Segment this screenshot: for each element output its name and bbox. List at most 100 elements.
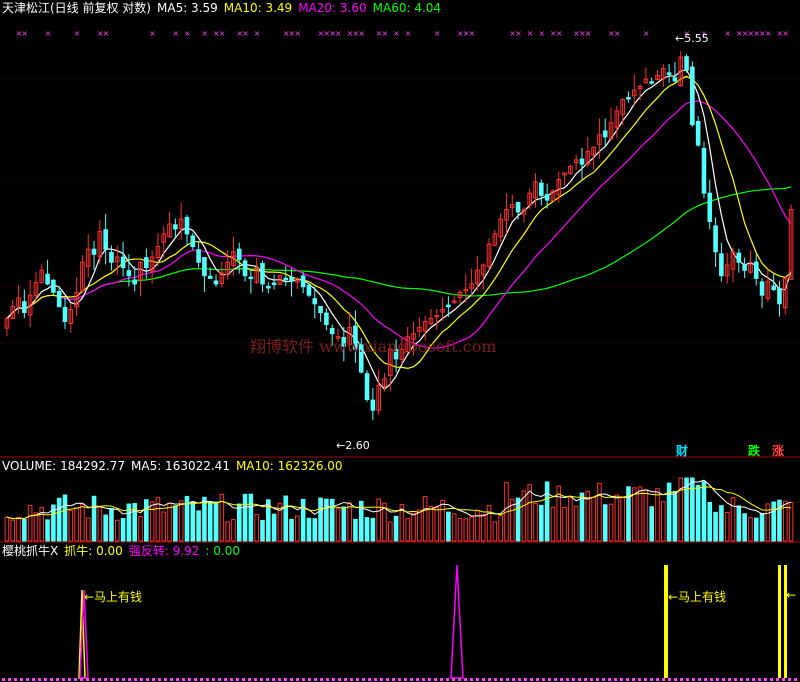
volume-bar [759, 513, 765, 542]
volume-bar [85, 517, 91, 542]
baseline-dot [50, 678, 53, 681]
volume-bar [597, 482, 602, 542]
candle-body [579, 158, 585, 165]
volume-bar [573, 505, 579, 542]
candle-body [602, 130, 608, 138]
volume-bar [56, 497, 62, 542]
volume-bar [690, 477, 695, 542]
top-marker: × [585, 29, 592, 38]
candle-body [144, 257, 149, 269]
candle-body [312, 298, 318, 305]
candle-body [364, 373, 370, 400]
indicator-label-1: 抓牛: 0.00 [64, 544, 123, 558]
event-tag-2: 涨 [772, 444, 785, 458]
candle-body [173, 224, 178, 230]
volume-bar [364, 517, 370, 542]
candle-body [56, 290, 62, 308]
volume-bar [539, 504, 544, 542]
baseline-dot [758, 678, 761, 681]
baseline-dot [104, 678, 107, 681]
top-marker: × [149, 29, 156, 38]
baseline-dot [248, 678, 251, 681]
volume-bar [643, 489, 649, 542]
baseline-dot [746, 678, 749, 681]
candle-body [544, 194, 550, 201]
top-marker: × [405, 29, 412, 38]
baseline-dot [62, 678, 65, 681]
baseline-dot [740, 678, 743, 681]
baseline-dot [344, 678, 347, 681]
volume-bar [16, 517, 21, 542]
baseline-dot [164, 678, 167, 681]
baseline-dot [122, 678, 125, 681]
volume-bar [213, 501, 219, 542]
candle-body [777, 287, 782, 305]
baseline-dot [200, 678, 203, 681]
baseline-dot [452, 678, 455, 681]
candle-body [719, 253, 724, 277]
volume-bar [486, 504, 492, 542]
event-tag-0: 财 [676, 444, 689, 458]
volume-bar [97, 506, 103, 542]
baseline-dot [416, 678, 419, 681]
candle-body [202, 257, 207, 277]
volume-bar [387, 521, 393, 542]
candle-body [289, 276, 294, 282]
candle-body [701, 147, 707, 194]
baseline-dot [770, 678, 773, 681]
baseline-dot [470, 678, 473, 681]
baseline-dot [728, 678, 731, 681]
volume-bar [748, 517, 753, 542]
baseline-dot [236, 678, 239, 681]
baseline-dot [422, 678, 425, 681]
volume-legend: VOLUME: 184292.77 MA5: 163022.41 MA10: 162… [2, 459, 349, 473]
baseline-dot [548, 678, 551, 681]
baseline-dot [500, 678, 503, 681]
baseline-dot [722, 678, 725, 681]
baseline-dot [494, 678, 497, 681]
volume-bar [579, 492, 585, 542]
volume-bar [231, 518, 236, 542]
candle-body [713, 225, 718, 253]
top-marker: × [527, 29, 534, 38]
volume-bar [109, 507, 114, 542]
volume-bar [318, 497, 323, 542]
baseline-dot [182, 678, 185, 681]
candle-body [695, 120, 701, 146]
baseline-dot [266, 678, 269, 681]
volume-bar [695, 484, 701, 542]
baseline-dot [140, 678, 143, 681]
top-marker: × [434, 29, 441, 38]
volume-bar [457, 518, 463, 542]
baseline-dot [554, 678, 557, 681]
indicator-panel-header: 樱桃抓牛X 抓牛: 0.00 强反转: 9.92: 0.00 [2, 544, 252, 558]
baseline-dot [188, 678, 191, 681]
baseline-dot [212, 678, 215, 681]
baseline-dot [92, 678, 95, 681]
volume-bar [492, 521, 498, 542]
baseline-dot [152, 678, 155, 681]
volume-bar [463, 518, 469, 542]
baseline-dot [26, 678, 29, 681]
baseline-dot [68, 678, 71, 681]
baseline-dot [32, 678, 35, 681]
volume-bar [27, 504, 33, 542]
baseline-dot [680, 678, 683, 681]
candle-body [248, 276, 254, 280]
volume-bar [196, 510, 201, 542]
candle-body [626, 97, 631, 100]
candle-body [190, 235, 196, 248]
top-marker: × [184, 29, 191, 38]
baseline-dot [572, 678, 575, 681]
candle-body [207, 275, 213, 279]
baseline-dot [338, 678, 341, 681]
volume-bar [440, 499, 445, 542]
volume-panel-header: VOLUME: 184292.77 MA5: 163022.41 MA10: 162… [2, 459, 355, 473]
top-marker: × [242, 29, 249, 38]
baseline-dot [440, 678, 443, 681]
volume-bar [271, 513, 277, 542]
candle-body [109, 251, 114, 263]
candle-body [266, 285, 271, 289]
baseline-dot [110, 678, 113, 681]
volume-bar [620, 497, 625, 542]
